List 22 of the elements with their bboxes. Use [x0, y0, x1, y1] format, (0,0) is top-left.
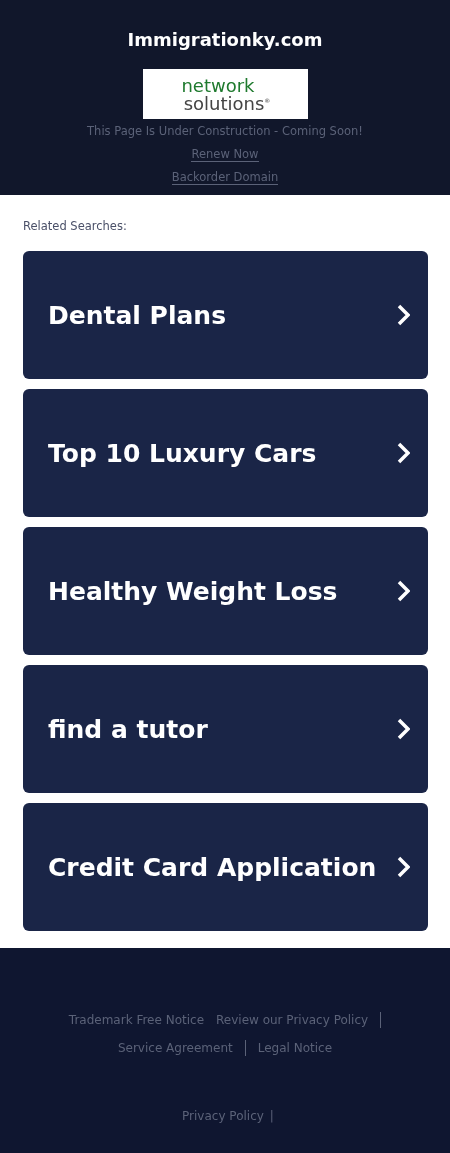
chevron-right-icon [396, 856, 410, 878]
footer-link[interactable]: Trademark Free Notice [62, 1012, 211, 1028]
search-link-card[interactable]: find a tutor [23, 665, 428, 793]
chevron-right-icon [396, 304, 410, 326]
header-link[interactable]: Renew Now [191, 147, 259, 162]
footer-link[interactable]: Review our Privacy Policy [210, 1012, 382, 1028]
chevron-right-icon [396, 580, 410, 602]
header-link[interactable]: Backorder Domain [171, 170, 279, 185]
chevron-right-icon [396, 442, 410, 464]
related-heading: Related Searches: [23, 218, 127, 234]
domain-title: Immigrationky.com [127, 29, 323, 51]
footer-link[interactable]: Service Agreement [111, 1040, 246, 1056]
footer-link[interactable]: Legal Notice [251, 1040, 339, 1056]
search-link-card[interactable]: Healthy Weight Loss [23, 527, 428, 655]
separator-text: | [269, 1109, 274, 1123]
chevron-right-icon [396, 718, 410, 740]
logo: network solutions$^{®}$ [142, 69, 308, 119]
search-link-card[interactable]: Top 10 Luxury Cars [23, 389, 428, 517]
notice-text: This Page Is Under Construction - Coming Soon! [87, 123, 363, 139]
search-link-card[interactable]: Dental Plans [23, 251, 428, 379]
footer-link[interactable]: Privacy Policy [176, 1108, 270, 1124]
search-link-card[interactable]: Credit Card Application [23, 803, 428, 931]
